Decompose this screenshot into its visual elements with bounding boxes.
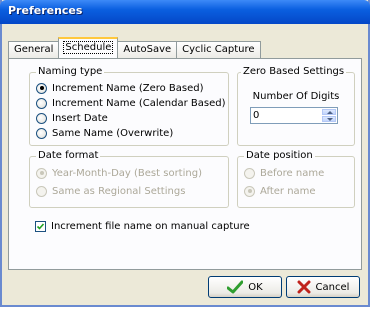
- spin-up-button[interactable]: [322, 109, 336, 115]
- tab-schedule[interactable]: Schedule: [58, 37, 119, 58]
- checkmark-icon: [227, 280, 244, 294]
- date-format-legend: Date format: [36, 150, 101, 162]
- spinner-buttons: [322, 109, 336, 122]
- radio-before-name[interactable]: Before name: [244, 166, 324, 180]
- radio-button[interactable]: [244, 185, 255, 197]
- tab-cyclic-capture[interactable]: Cyclic Capture: [176, 41, 261, 58]
- schedule-tab-panel: Naming type Increment Name (Zero Based) …: [8, 58, 362, 270]
- spin-down-button[interactable]: [322, 116, 336, 122]
- radio-increment-zero-based[interactable]: Increment Name (Zero Based): [36, 81, 204, 95]
- radio-label: Insert Date: [52, 112, 108, 124]
- radio-button[interactable]: [244, 167, 255, 179]
- radio-same-as-regional[interactable]: Same as Regional Settings: [36, 184, 185, 198]
- tab-strip: General Schedule AutoSave Cyclic Capture: [8, 37, 261, 58]
- radio-label: Increment Name (Zero Based): [52, 82, 204, 94]
- date-position-group: Date position Before name After name: [237, 150, 355, 208]
- date-position-legend: Date position: [244, 150, 315, 162]
- radio-button[interactable]: [36, 167, 47, 179]
- radio-label: Increment Name (Calendar Based): [52, 97, 226, 109]
- radio-year-month-day[interactable]: Year-Month-Day (Best sorting): [36, 166, 202, 180]
- close-x-icon: [297, 280, 311, 294]
- dialog-client-area: General Schedule AutoSave Cyclic Capture…: [2, 24, 368, 305]
- tab-autosave[interactable]: AutoSave: [117, 41, 178, 58]
- increment-manual-capture-checkbox[interactable]: [35, 220, 46, 232]
- radio-label: After name: [260, 185, 316, 197]
- radio-label: Year-Month-Day (Best sorting): [52, 167, 202, 179]
- preferences-dialog: Preferences General Schedule AutoSave Cy…: [0, 0, 370, 307]
- ok-label: OK: [248, 281, 263, 293]
- radio-same-name-overwrite[interactable]: Same Name (Overwrite): [36, 126, 173, 140]
- tab-general[interactable]: General: [8, 41, 60, 58]
- naming-type-group: Naming type Increment Name (Zero Based) …: [29, 66, 229, 146]
- checkmark-icon: [36, 222, 45, 230]
- radio-label: Same Name (Overwrite): [52, 127, 174, 139]
- radio-button[interactable]: [36, 97, 47, 109]
- tab-schedule-label: Schedule: [63, 41, 114, 54]
- cancel-button[interactable]: Cancel: [286, 276, 360, 298]
- window-title: Preferences: [8, 4, 83, 17]
- title-bar[interactable]: Preferences: [0, 0, 370, 24]
- radio-label: Before name: [260, 167, 325, 179]
- radio-button[interactable]: [36, 82, 47, 94]
- radio-label: Same as Regional Settings: [52, 185, 186, 197]
- radio-button[interactable]: [36, 185, 47, 197]
- radio-insert-date[interactable]: Insert Date: [36, 111, 108, 125]
- date-format-group: Date format Year-Month-Day (Best sorting…: [29, 150, 229, 208]
- naming-type-legend: Naming type: [36, 66, 105, 78]
- arrow-down-icon: [327, 118, 333, 121]
- radio-after-name[interactable]: After name: [244, 184, 316, 198]
- tab-general-label: General: [14, 44, 54, 55]
- cancel-label: Cancel: [315, 281, 350, 293]
- number-of-digits-label: Number Of Digits: [252, 91, 340, 102]
- radio-button[interactable]: [36, 112, 47, 124]
- radio-increment-calendar-based[interactable]: Increment Name (Calendar Based): [36, 96, 226, 110]
- number-of-digits-input[interactable]: [253, 109, 319, 121]
- ok-button[interactable]: OK: [208, 276, 282, 298]
- tab-cyclic-capture-label: Cyclic Capture: [182, 44, 255, 55]
- arrow-up-icon: [327, 111, 333, 114]
- number-of-digits-spinner: [250, 107, 338, 124]
- tab-autosave-label: AutoSave: [123, 44, 172, 55]
- increment-manual-capture-label: Increment file name on manual capture: [51, 220, 250, 232]
- increment-manual-capture-checkbox-row[interactable]: Increment file name on manual capture: [35, 219, 250, 233]
- radio-button[interactable]: [36, 127, 47, 139]
- zero-based-settings-group: Zero Based Settings Number Of Digits: [237, 66, 355, 146]
- zero-based-settings-legend: Zero Based Settings: [241, 66, 347, 78]
